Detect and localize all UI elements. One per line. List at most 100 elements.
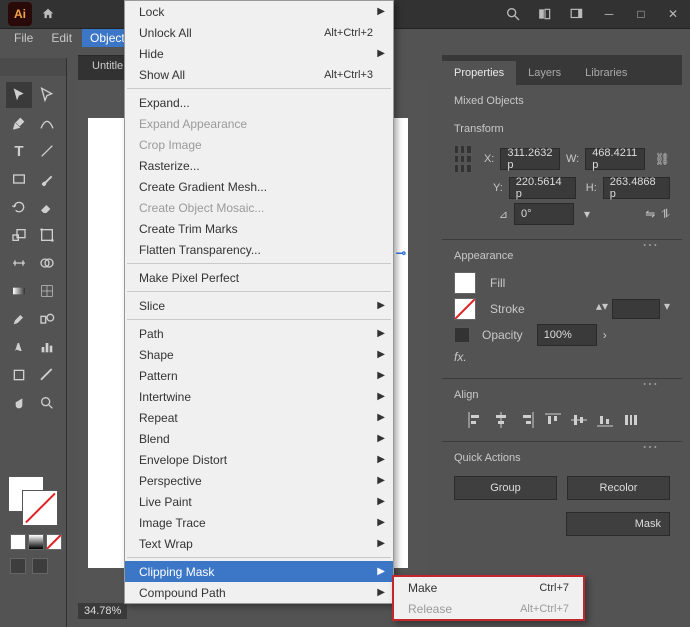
selection-tool-icon[interactable] bbox=[6, 82, 32, 108]
symbol-sprayer-tool-icon[interactable] bbox=[6, 334, 32, 360]
menu-item-envelope-distort[interactable]: Envelope Distort▶ bbox=[125, 449, 393, 470]
align-top-icon[interactable] bbox=[544, 411, 562, 429]
menu-item-perspective[interactable]: Perspective▶ bbox=[125, 470, 393, 491]
tab-libraries[interactable]: Libraries bbox=[573, 61, 639, 85]
menu-item-lock[interactable]: Lock▶ bbox=[125, 1, 393, 22]
pen-tool-icon[interactable] bbox=[6, 110, 32, 136]
stroke-swatch[interactable] bbox=[22, 490, 58, 526]
align-right-icon[interactable] bbox=[518, 411, 536, 429]
workspace-icon[interactable] bbox=[568, 6, 586, 22]
link-icon[interactable]: ⛓ bbox=[655, 152, 670, 166]
stroke-weight-stepper[interactable]: ▴▾ bbox=[596, 299, 608, 319]
width-tool-icon[interactable] bbox=[6, 250, 32, 276]
arrange-documents-icon[interactable] bbox=[536, 6, 554, 22]
menu-item-shape[interactable]: Shape▶ bbox=[125, 344, 393, 365]
opacity-field[interactable]: 100% bbox=[537, 324, 597, 346]
window-minimize-icon[interactable]: ─ bbox=[600, 6, 618, 22]
curvature-tool-icon[interactable] bbox=[34, 110, 60, 136]
zoom-tool-icon[interactable] bbox=[34, 390, 60, 416]
fill-swatch-small[interactable] bbox=[454, 272, 476, 294]
fill-stroke-swatch[interactable] bbox=[8, 476, 58, 526]
scale-tool-icon[interactable] bbox=[6, 222, 32, 248]
zoom-level[interactable]: 34.78% bbox=[78, 603, 127, 619]
color-mode-swatches[interactable] bbox=[10, 534, 62, 550]
menu-item-pattern[interactable]: Pattern▶ bbox=[125, 365, 393, 386]
menu-item-blend[interactable]: Blend▶ bbox=[125, 428, 393, 449]
shape-builder-tool-icon[interactable] bbox=[34, 250, 60, 276]
opacity-checkbox[interactable] bbox=[454, 327, 470, 343]
menu-item-path[interactable]: Path▶ bbox=[125, 323, 393, 344]
reference-point-grid[interactable] bbox=[454, 145, 472, 173]
screen-mode-icons[interactable] bbox=[10, 558, 48, 574]
menu-item-clipping-mask[interactable]: Clipping Mask▶ bbox=[125, 561, 393, 582]
mesh-tool-icon[interactable] bbox=[34, 278, 60, 304]
eyedropper-tool-icon[interactable] bbox=[6, 306, 32, 332]
menu-item-show-all[interactable]: Show AllAlt+Ctrl+3 bbox=[125, 64, 393, 85]
flip-horizontal-icon[interactable]: ⇋ bbox=[645, 207, 655, 221]
more-options-icon[interactable]: ⋯ bbox=[642, 437, 660, 457]
align-left-icon[interactable] bbox=[466, 411, 484, 429]
menu-item-hide[interactable]: Hide▶ bbox=[125, 43, 393, 64]
hand-tool-icon[interactable] bbox=[6, 390, 32, 416]
distribute-icon[interactable] bbox=[622, 411, 640, 429]
menu-item-text-wrap[interactable]: Text Wrap▶ bbox=[125, 533, 393, 554]
line-tool-icon[interactable] bbox=[34, 138, 60, 164]
gradient-tool-icon[interactable] bbox=[6, 278, 32, 304]
submenu-item-make[interactable]: MakeCtrl+7 bbox=[394, 577, 583, 598]
artboard-tool-icon[interactable] bbox=[6, 362, 32, 388]
h-field[interactable]: 263.4868 p bbox=[603, 177, 670, 199]
clipping-mask-submenu: MakeCtrl+7 ReleaseAlt+Ctrl+7 bbox=[392, 575, 585, 621]
more-options-icon[interactable]: ⋯ bbox=[642, 235, 660, 255]
stroke-dropdown-icon[interactable]: ▾ bbox=[664, 299, 670, 319]
menu-item-compound-path[interactable]: Compound Path▶ bbox=[125, 582, 393, 603]
menu-item-pixel-perfect[interactable]: Make Pixel Perfect bbox=[125, 267, 393, 288]
group-button[interactable]: Group bbox=[454, 476, 557, 500]
x-field[interactable]: 311.2632 p bbox=[500, 148, 560, 170]
align-center-h-icon[interactable] bbox=[492, 411, 510, 429]
paintbrush-tool-icon[interactable] bbox=[34, 166, 60, 192]
menu-item-slice[interactable]: Slice▶ bbox=[125, 295, 393, 316]
angle-dropdown-icon[interactable]: ▾ bbox=[584, 207, 590, 221]
opacity-dropdown-icon[interactable]: › bbox=[603, 328, 607, 342]
rotate-tool-icon[interactable] bbox=[6, 194, 32, 220]
column-graph-tool-icon[interactable] bbox=[34, 334, 60, 360]
free-transform-tool-icon[interactable] bbox=[34, 222, 60, 248]
home-icon[interactable] bbox=[40, 7, 56, 21]
menu-item-intertwine[interactable]: Intertwine▶ bbox=[125, 386, 393, 407]
y-field[interactable]: 220.5614 p bbox=[509, 177, 576, 199]
toolbar-grip[interactable] bbox=[0, 58, 66, 76]
slice-tool-icon[interactable] bbox=[34, 362, 60, 388]
type-tool-icon[interactable]: T bbox=[6, 138, 32, 164]
menu-item-live-paint[interactable]: Live Paint▶ bbox=[125, 491, 393, 512]
menu-item-repeat[interactable]: Repeat▶ bbox=[125, 407, 393, 428]
mask-button-partial[interactable]: Mask bbox=[566, 512, 670, 536]
stroke-weight-field[interactable] bbox=[612, 299, 660, 319]
menu-item-unlock-all[interactable]: Unlock AllAlt+Ctrl+2 bbox=[125, 22, 393, 43]
direct-selection-tool-icon[interactable] bbox=[34, 82, 60, 108]
fx-label[interactable]: fx. bbox=[454, 350, 467, 364]
recolor-button[interactable]: Recolor bbox=[567, 476, 670, 500]
tab-properties[interactable]: Properties bbox=[442, 61, 516, 85]
eraser-tool-icon[interactable] bbox=[34, 194, 60, 220]
rectangle-tool-icon[interactable] bbox=[6, 166, 32, 192]
window-maximize-icon[interactable]: □ bbox=[632, 6, 650, 22]
search-icon[interactable] bbox=[504, 6, 522, 22]
tab-layers[interactable]: Layers bbox=[516, 61, 573, 85]
more-options-icon[interactable]: ⋯ bbox=[642, 374, 660, 394]
menu-edit[interactable]: Edit bbox=[43, 29, 80, 47]
angle-field[interactable]: 0° bbox=[514, 203, 574, 225]
menu-item-rasterize[interactable]: Rasterize... bbox=[125, 155, 393, 176]
align-center-v-icon[interactable] bbox=[570, 411, 588, 429]
flip-vertical-icon[interactable]: ⥮ bbox=[661, 207, 670, 222]
menu-item-expand[interactable]: Expand... bbox=[125, 92, 393, 113]
stroke-swatch-small[interactable] bbox=[454, 298, 476, 320]
menu-item-image-trace[interactable]: Image Trace▶ bbox=[125, 512, 393, 533]
menu-item-trim-marks[interactable]: Create Trim Marks bbox=[125, 218, 393, 239]
blend-tool-icon[interactable] bbox=[34, 306, 60, 332]
menu-item-gradient-mesh[interactable]: Create Gradient Mesh... bbox=[125, 176, 393, 197]
align-bottom-icon[interactable] bbox=[596, 411, 614, 429]
w-field[interactable]: 468.4211 p bbox=[585, 148, 645, 170]
window-close-icon[interactable]: ✕ bbox=[664, 6, 682, 22]
menu-file[interactable]: File bbox=[6, 29, 41, 47]
menu-item-flatten-transparency[interactable]: Flatten Transparency... bbox=[125, 239, 393, 260]
